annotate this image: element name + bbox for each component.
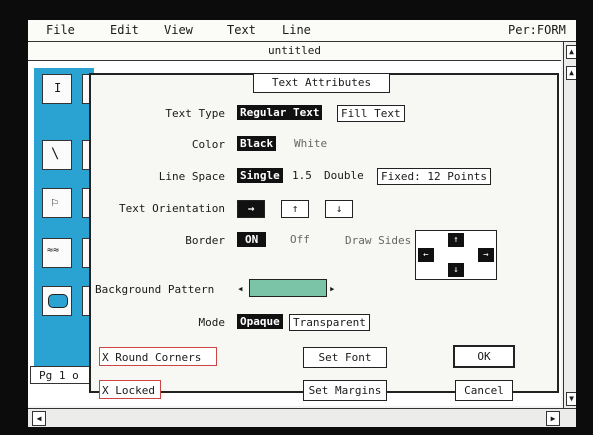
scroll-up-arrow-icon[interactable]: ▲ [566, 45, 576, 59]
side-right-arrow-icon[interactable]: → [478, 248, 494, 262]
screen: File Edit View Text Line Per:FORM untitl… [28, 20, 576, 427]
page-indicator: Pg 1 o [30, 366, 90, 384]
pattern-prev-arrow-icon[interactable]: ◂ [237, 282, 244, 295]
side-bottom-arrow-icon[interactable]: ↓ [448, 263, 464, 277]
orientation-down-button[interactable]: ↓ [325, 200, 353, 218]
line-tool-icon[interactable]: \ [42, 140, 72, 170]
set-font-button[interactable]: Set Font [303, 347, 387, 368]
menu-edit[interactable]: Edit [110, 23, 139, 37]
ok-button[interactable]: OK [453, 345, 515, 368]
text-type-fill-option[interactable]: Fill Text [337, 105, 405, 122]
scroll-right-arrow-icon[interactable]: ▶ [546, 411, 560, 426]
flag-tool-icon[interactable]: ⚐ [42, 188, 72, 218]
pattern-next-arrow-icon[interactable]: ▸ [329, 282, 336, 295]
toolbox: I \ ⚐ ≈≈ [34, 68, 98, 368]
scroll-up-arrow-icon[interactable]: ▲ [566, 66, 576, 80]
orientation-up-button[interactable]: ↑ [281, 200, 309, 218]
cancel-button[interactable]: Cancel [455, 380, 513, 401]
draw-sides-label: Draw Sides [345, 234, 412, 247]
text-type-label: Text Type [165, 107, 225, 120]
menu-view[interactable]: View [164, 23, 193, 37]
scroll-left-arrow-icon[interactable]: ◀ [32, 411, 46, 426]
signature-tool-icon[interactable]: ≈≈ [42, 238, 72, 268]
line-space-label: Line Space [158, 170, 225, 183]
border-on-option[interactable]: ON [237, 232, 267, 247]
background-pattern-label: Background Pattern [95, 283, 215, 296]
line-space-double-option[interactable]: Double [321, 168, 367, 183]
document-title: untitled [28, 42, 561, 61]
menu-bar: File Edit View Text Line Per:FORM [28, 20, 576, 42]
side-top-arrow-icon[interactable]: ↑ [448, 233, 464, 247]
scroll-down-arrow-icon[interactable]: ▼ [566, 392, 576, 406]
round-corners-checkbox[interactable]: X Round Corners [99, 347, 217, 366]
border-off-option[interactable]: Off [287, 232, 313, 247]
text-attributes-dialog: Text Attributes Text Type Regular Text F… [89, 73, 559, 401]
locked-checkbox[interactable]: X Locked [99, 380, 161, 399]
rounded-rect-tool-icon[interactable] [42, 286, 72, 316]
text-orientation-label: Text Orientation [119, 202, 225, 215]
mode-transparent-option[interactable]: Transparent [289, 314, 370, 331]
mode-indicator: Per:FORM [508, 23, 566, 37]
background-pattern-swatch[interactable] [249, 279, 327, 297]
color-label: Color [191, 138, 225, 151]
horizontal-scrollbar[interactable]: ◀ ▶ [28, 408, 576, 427]
orientation-right-button[interactable]: → [237, 200, 265, 218]
color-black-option[interactable]: Black [237, 136, 277, 151]
color-white-option[interactable]: White [291, 136, 330, 151]
border-label: Border [185, 234, 225, 247]
menu-text[interactable]: Text [227, 23, 256, 37]
mode-label: Mode [198, 316, 226, 329]
text-type-regular-option[interactable]: Regular Text [237, 105, 323, 120]
menu-file[interactable]: File [46, 23, 75, 37]
line-space-1-5-option[interactable]: 1.5 [289, 168, 315, 183]
text-tool-icon[interactable]: I [42, 74, 72, 104]
vertical-scrollbar[interactable]: ▲ ▲ ▼ [563, 42, 576, 408]
line-space-fixed-option[interactable]: Fixed: 12 Points [377, 168, 491, 185]
menu-line[interactable]: Line [282, 23, 311, 37]
draw-sides-selector: ↑ ← → ↓ [415, 230, 497, 280]
mode-opaque-option[interactable]: Opaque [237, 314, 283, 329]
line-space-single-option[interactable]: Single [237, 168, 283, 183]
dialog-title: Text Attributes [253, 73, 390, 93]
side-left-arrow-icon[interactable]: ← [418, 248, 434, 262]
set-margins-button[interactable]: Set Margins [303, 380, 387, 401]
